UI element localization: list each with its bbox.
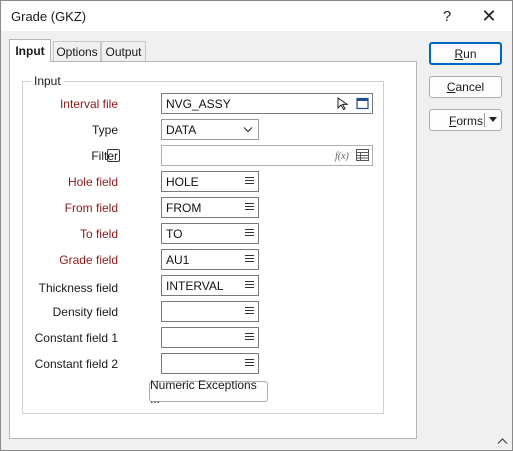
to-field-label: To field xyxy=(79,227,118,241)
hole-field-value: HOLE xyxy=(166,175,199,189)
type-label: Type xyxy=(91,123,118,137)
svg-text:f(x): f(x) xyxy=(335,151,350,162)
list-icon[interactable] xyxy=(245,177,254,186)
thickness-field-label: Thickness field xyxy=(38,281,118,295)
cancel-button-mnemonic: C xyxy=(446,80,456,94)
dropdown-arrow-icon[interactable] xyxy=(489,117,497,122)
hole-field-label: Hole field xyxy=(67,175,118,189)
function-icon[interactable]: f(x) xyxy=(335,149,350,162)
window-title: Grade (GKZ) xyxy=(11,9,87,24)
thickness-field-value: INTERVAL xyxy=(166,279,224,293)
title-bar: Grade (GKZ) ? ✕ xyxy=(1,1,512,31)
filter-label: Filter xyxy=(91,149,118,163)
table-icon[interactable] xyxy=(356,149,369,161)
constant-field-2-label: Constant field 2 xyxy=(34,357,118,371)
chevron-up-icon[interactable] xyxy=(497,437,508,445)
pointer-icon[interactable] xyxy=(337,97,349,110)
run-button-mnemonic: R xyxy=(454,46,464,61)
from-field-input[interactable]: FROM xyxy=(161,197,259,218)
from-field-label: From field xyxy=(64,201,118,215)
input-tab-panel: Input Interval file NVG_ASSY Type DATA F… xyxy=(9,61,417,439)
list-icon[interactable] xyxy=(245,359,254,368)
numeric-exceptions-button[interactable]: Numeric Exceptions ... xyxy=(149,378,268,406)
forms-button-text: Forms xyxy=(449,114,483,128)
cancel-button[interactable]: Cancel xyxy=(429,76,502,98)
list-icon[interactable] xyxy=(245,229,254,238)
interval-file-label: Interval file xyxy=(59,97,118,111)
run-button-label: un xyxy=(463,46,477,61)
type-select[interactable]: DATA xyxy=(161,119,259,140)
input-group: Input Interval file NVG_ASSY Type DATA F… xyxy=(22,74,384,414)
interval-file-input[interactable]: NVG_ASSY xyxy=(161,93,373,114)
constant-field-1-input[interactable] xyxy=(161,327,259,348)
constant-field-2-input[interactable] xyxy=(161,353,259,374)
tab-options[interactable]: Options xyxy=(53,41,101,61)
help-button[interactable]: ? xyxy=(429,1,465,31)
run-button[interactable]: Run xyxy=(429,42,502,65)
thickness-field-input[interactable]: INTERVAL xyxy=(161,275,259,296)
list-icon[interactable] xyxy=(245,333,254,342)
grade-field-input[interactable]: AU1 xyxy=(161,249,259,270)
constant-field-1-label: Constant field 1 xyxy=(34,331,118,345)
forms-button[interactable]: Forms xyxy=(429,109,502,131)
type-value: DATA xyxy=(166,123,197,137)
browse-icon[interactable] xyxy=(356,97,369,110)
grade-field-value: AU1 xyxy=(166,253,190,267)
to-field-input[interactable]: TO xyxy=(161,223,259,244)
list-icon[interactable] xyxy=(245,255,254,264)
close-button[interactable]: ✕ xyxy=(471,1,507,31)
density-field-label: Density field xyxy=(52,305,118,319)
tab-output[interactable]: Output xyxy=(101,41,146,61)
to-field-value: TO xyxy=(166,227,183,241)
hole-field-input[interactable]: HOLE xyxy=(161,171,259,192)
interval-file-value: NVG_ASSY xyxy=(166,97,231,111)
list-icon[interactable] xyxy=(245,281,254,290)
filter-input[interactable]: f(x) xyxy=(161,145,373,166)
forms-button-label: orms xyxy=(456,114,484,128)
tab-input[interactable]: Input xyxy=(9,39,51,62)
grade-field-label: Grade field xyxy=(59,253,118,267)
from-field-value: FROM xyxy=(166,201,202,215)
density-field-input[interactable] xyxy=(161,301,259,322)
split-divider xyxy=(484,113,485,127)
list-icon[interactable] xyxy=(245,203,254,212)
list-icon[interactable] xyxy=(245,307,254,316)
cancel-button-label: ancel xyxy=(455,80,485,94)
input-group-label: Input xyxy=(31,74,64,88)
grade-dialog: Grade (GKZ) ? ✕ Input Options Output Inp… xyxy=(0,0,513,451)
chevron-down-icon xyxy=(243,127,253,133)
